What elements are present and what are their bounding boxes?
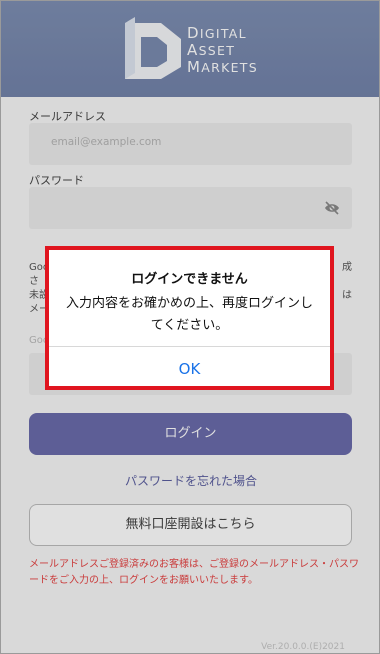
error-dialog: ログインできません 入力内容をお確かめの上、再度ログインしてください。 OK: [45, 246, 334, 390]
dialog-title: ログインできません: [131, 272, 248, 287]
dialog-message: 入力内容をお確かめの上、再度ログインしてください。: [65, 296, 313, 333]
ok-button[interactable]: OK: [49, 360, 330, 378]
app-frame: DIGITAL ASSET MARKETS メールアドレス email@exam…: [0, 0, 380, 654]
dialog-divider: [49, 346, 330, 347]
